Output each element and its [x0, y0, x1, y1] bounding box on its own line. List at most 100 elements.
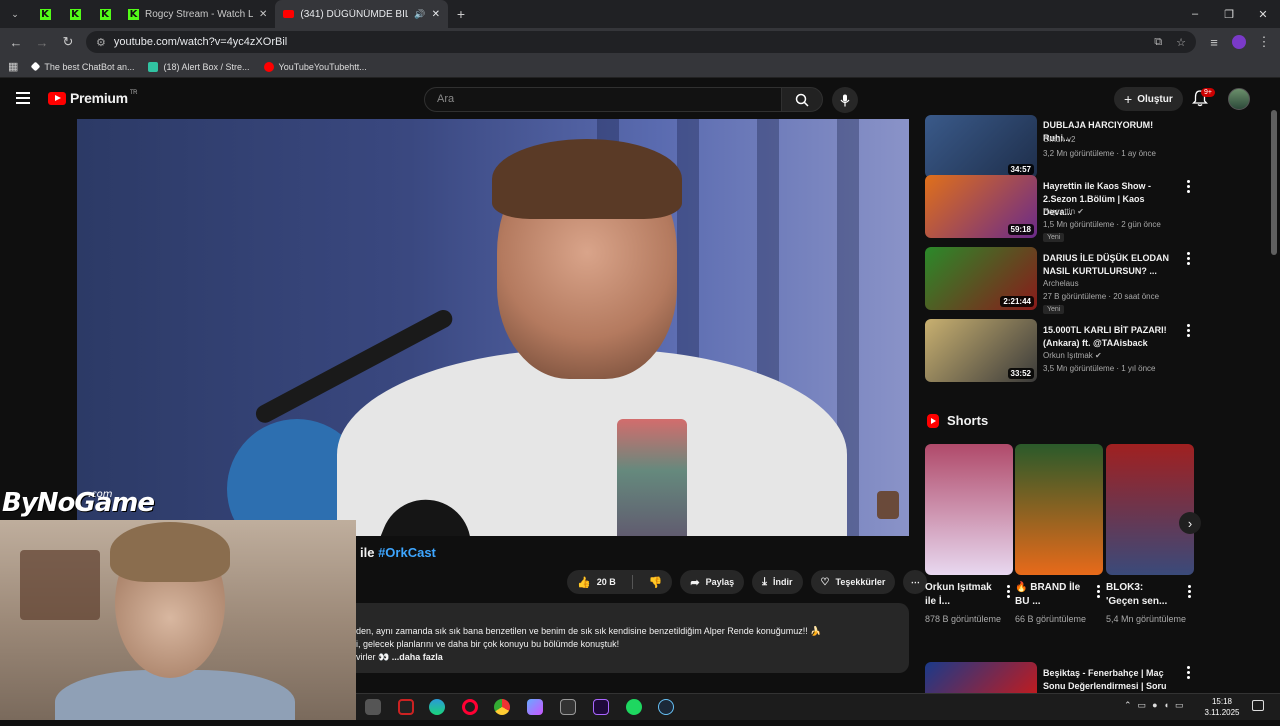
- bookmark-youtube[interactable]: YouTubeYouTubehtt...: [263, 61, 367, 72]
- title-hashtag-link[interactable]: #OrkCast: [378, 545, 436, 560]
- short-thumbnail[interactable]: [1106, 444, 1194, 575]
- chevron-right-icon: ›: [1187, 515, 1193, 531]
- more-actions-button[interactable]: ⋯: [903, 570, 928, 594]
- site-info-icon[interactable]: ⚙: [96, 36, 106, 49]
- tab-rogcy-stream[interactable]: K Rogcy Stream - Watch Live on ✕: [120, 0, 275, 28]
- video-options-icon[interactable]: [1187, 252, 1191, 267]
- network-icon[interactable]: ▭: [1175, 700, 1184, 711]
- restore-button[interactable]: ❐: [1212, 8, 1246, 21]
- obs-icon[interactable]: [560, 699, 576, 715]
- minimize-button[interactable]: –: [1178, 8, 1212, 21]
- forward-icon[interactable]: →: [34, 35, 50, 50]
- tab-list-button[interactable]: ⌄: [0, 0, 30, 28]
- video-options-icon[interactable]: [1187, 324, 1191, 339]
- menu-hamburger-icon[interactable]: [16, 92, 30, 107]
- install-app-icon[interactable]: ⧉: [1154, 36, 1162, 49]
- speaker-icon[interactable]: 🔊: [414, 9, 425, 20]
- account-avatar[interactable]: [1228, 88, 1250, 110]
- settings-icon[interactable]: [365, 699, 381, 715]
- spotify-icon[interactable]: [626, 699, 642, 715]
- kick-icon: K: [39, 8, 51, 20]
- create-button[interactable]: + Oluştur: [1114, 87, 1183, 111]
- volume-icon[interactable]: ◖: [1164, 700, 1169, 711]
- short-item[interactable]: Orkun Işıtmak ile İ... 878 B görüntüleme: [925, 444, 1013, 634]
- channel-name[interactable]: Archelaus: [1043, 279, 1079, 288]
- recommended-video[interactable]: 34:57 DUBLAJA HARCIYORUM! Ruhi... Orkun …: [925, 115, 1195, 183]
- like-button[interactable]: 👍 20 B: [567, 576, 626, 589]
- media-control-icon[interactable]: ≡: [1206, 35, 1222, 50]
- short-title[interactable]: Orkun Işıtmak ile İ...: [925, 581, 997, 609]
- short-title[interactable]: 🔥 BRAND İle BU ...: [1015, 581, 1087, 609]
- menu-dots-icon[interactable]: ⋮: [1256, 34, 1272, 50]
- mic-tray-icon[interactable]: ●: [1152, 700, 1157, 711]
- page-scrollbar[interactable]: [1271, 110, 1277, 255]
- channel-watermark: [877, 491, 899, 519]
- channel-name[interactable]: Hayrettin ✔: [1043, 207, 1084, 216]
- shorts-header: Shorts: [927, 413, 988, 428]
- video-options-icon[interactable]: [1187, 180, 1191, 195]
- video-thumbnail[interactable]: 34:57: [925, 115, 1037, 178]
- verified-icon: ✔: [1077, 207, 1084, 216]
- video-options-icon[interactable]: [1187, 666, 1191, 681]
- short-views: 66 B görüntüleme: [1015, 614, 1087, 624]
- premiere-icon[interactable]: [593, 699, 609, 715]
- short-options-icon[interactable]: [1007, 585, 1011, 600]
- download-button[interactable]: ⤓ İndir: [752, 570, 803, 594]
- voice-search-button[interactable]: [832, 87, 858, 113]
- short-thumbnail[interactable]: [925, 444, 1013, 575]
- url-bar[interactable]: ⚙ youtube.com/watch?v=4yc4zXOrBil ⧉ ☆: [86, 31, 1196, 53]
- short-item[interactable]: 🔥 BRAND İle BU ... 66 B görüntüleme: [1015, 444, 1103, 634]
- copilot-icon[interactable]: [527, 699, 543, 715]
- tab-youtube-active[interactable]: (341) DÜĞÜNÜMDE BİLE Lİ 🔊 ✕: [275, 0, 448, 28]
- video-thumbnail[interactable]: 33:52: [925, 319, 1037, 382]
- dislike-button[interactable]: 👎: [639, 576, 673, 589]
- system-clock[interactable]: 15:18 3.11.2025: [1200, 696, 1244, 718]
- tray-app-icon[interactable]: ▭: [1138, 700, 1147, 711]
- video-thumbnail[interactable]: 59:18: [925, 175, 1037, 238]
- channel-name[interactable]: Orkun Işıtmak ✔: [1043, 351, 1102, 360]
- recommended-video[interactable]: 2:21:44 DARIUS İLE DÜŞÜK ELODAN NASIL KU…: [925, 247, 1195, 314]
- download-label: İndir: [773, 577, 793, 587]
- video-title[interactable]: 15.000TL KARLI BİT PAZARI! (Ankara) ft. …: [1043, 324, 1175, 350]
- short-thumbnail[interactable]: [1015, 444, 1103, 575]
- video-thumbnail[interactable]: 2:21:44: [925, 247, 1037, 310]
- chrome-icon[interactable]: [494, 699, 510, 715]
- close-window-button[interactable]: ✕: [1246, 8, 1280, 21]
- close-icon[interactable]: ✕: [259, 9, 267, 20]
- search-input[interactable]: Ara: [424, 87, 782, 112]
- short-options-icon[interactable]: [1097, 585, 1101, 600]
- video-title[interactable]: DARIUS İLE DÜŞÜK ELODAN NASIL KURTULURSU…: [1043, 252, 1175, 278]
- tab-kick-2[interactable]: K: [60, 0, 90, 28]
- new-tab-button[interactable]: +: [448, 6, 474, 22]
- thanks-button[interactable]: ♡ Teşekkürler: [810, 570, 896, 594]
- youtube-premium-logo[interactable]: Premium TR: [48, 90, 138, 106]
- opera-icon[interactable]: [462, 699, 478, 715]
- search-button[interactable]: [781, 87, 823, 112]
- reload-icon[interactable]: ↻: [60, 34, 76, 50]
- short-title[interactable]: BLOK3: 'Geçen sen...: [1106, 581, 1178, 609]
- short-item[interactable]: BLOK3: 'Geçen sen... 5,4 Mn görüntüleme: [1106, 444, 1194, 634]
- profile-icon[interactable]: [1232, 35, 1246, 49]
- bookmark-alert-box[interactable]: (18) Alert Box / Stre...: [148, 61, 250, 72]
- back-icon[interactable]: ←: [8, 35, 24, 50]
- notification-center-icon[interactable]: [1252, 700, 1264, 711]
- bookmark-chatbot[interactable]: The best ChatBot an...: [30, 62, 134, 72]
- recommended-video[interactable]: 33:52 15.000TL KARLI BİT PAZARI! (Ankara…: [925, 319, 1195, 383]
- tab-kick-3[interactable]: K: [90, 0, 120, 28]
- video-description[interactable]: den, aynı zamanda sık sık bana benzetile…: [356, 603, 909, 673]
- shorts-next-button[interactable]: ›: [1179, 512, 1201, 534]
- close-icon[interactable]: ✕: [432, 9, 440, 20]
- recommended-video[interactable]: 59:18 Hayrettin ile Kaos Show - 2.Sezon …: [925, 175, 1195, 242]
- recording-app-icon[interactable]: [398, 699, 414, 715]
- tab-kick-1[interactable]: K: [30, 0, 60, 28]
- video-player[interactable]: [77, 119, 909, 536]
- chevron-up-icon[interactable]: ⌃: [1124, 700, 1132, 711]
- bookmark-star-icon[interactable]: ☆: [1176, 36, 1186, 49]
- share-button[interactable]: ➦ Paylaş: [680, 570, 745, 594]
- edge-browser-icon[interactable]: [429, 699, 445, 715]
- apps-grid-icon[interactable]: ▦: [8, 60, 18, 73]
- steam-icon[interactable]: [658, 699, 674, 715]
- show-more-link[interactable]: ...daha fazla: [392, 652, 443, 662]
- short-options-icon[interactable]: [1188, 585, 1192, 600]
- channel-name[interactable]: Orkun v2: [1043, 135, 1075, 144]
